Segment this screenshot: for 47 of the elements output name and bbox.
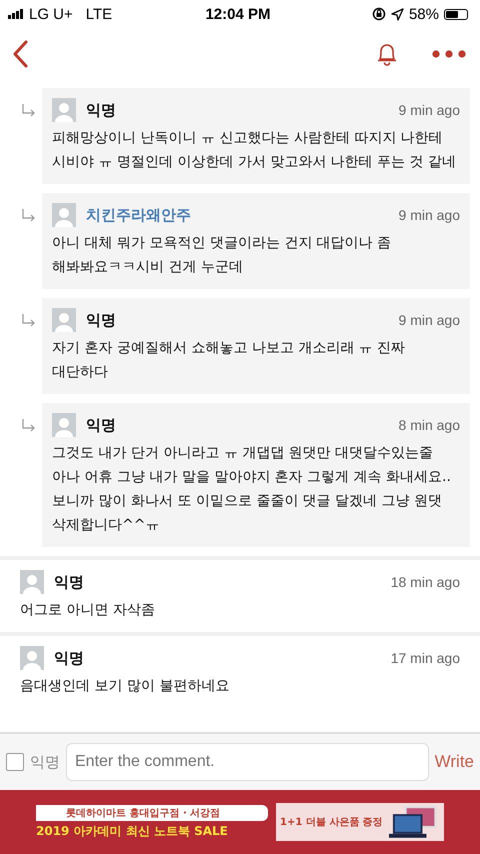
- reply-arrow-icon: [22, 419, 36, 433]
- comment-text: 아니 대체 뭐가 모욕적인 댓글이라는 건지 대답이나 좀 해봐봐요ㅋㅋ시비 건게 누군데: [52, 234, 392, 277]
- comment-field[interactable]: Enter the comment.: [66, 743, 429, 781]
- ad-offer-text: 1+1 더블 사은품 증정: [280, 816, 383, 829]
- avatar-icon: [20, 646, 44, 670]
- rotation-lock-icon: [372, 7, 386, 21]
- comment-time: 9 min ago: [398, 102, 460, 118]
- author-name: 익명: [86, 416, 116, 434]
- comment-text: 그것도 내가 단거 아니라고 ㅠ 개댑댑 원댓만 대댓달수있는줄 아나 어휴 그냥 내가 말을 말아야지 혼자 그렇게 계속 화내세요.. 보니까 많이 화나서 또 이밑으로 줄줄이 댓글 달겠네 그냥 원댓 삭제합니다^^ㅠ: [52, 444, 452, 535]
- author-name: 익명: [86, 310, 116, 330]
- avatar-icon: [52, 203, 76, 227]
- write-button[interactable]: Write: [434, 752, 474, 772]
- comment-time: 8 min ago: [398, 417, 460, 433]
- avatar-icon: [20, 570, 44, 594]
- reply-arrow-icon: [22, 314, 36, 328]
- comment-text: 피해망상이니 난독이니 ㅠ 신고했다는 사람한테 따지지 나한테 시비야 ㅠ 명절인데 이상한데 가서 맞고와서 나한테 푸는 것 같네: [52, 129, 458, 172]
- comment-time: 9 min ago: [398, 312, 460, 328]
- comment-time: 9 min ago: [398, 207, 460, 223]
- comment-text: 자기 혼자 궁예질해서 쇼해놓고 나보고 개소리래 ㅠ 진짜 대단하다: [52, 339, 406, 382]
- anonymous-label: 익명: [30, 752, 60, 772]
- author-name: 익명: [86, 100, 116, 120]
- author-name: 익명: [54, 572, 84, 592]
- comment-text: 음대생인데 보기 많이 불편하네요: [20, 677, 230, 696]
- bell-icon[interactable]: [376, 42, 398, 66]
- reply-arrow-icon: [22, 209, 36, 223]
- network-type: LTE: [86, 6, 112, 22]
- comment-text: 어그로 아니면 자삭좀: [20, 601, 156, 620]
- author-name: 익명: [54, 648, 84, 668]
- ad-store-name: 롯데하이마트 홍대입구점 · 서강점: [36, 804, 268, 820]
- ad-headline: 2019 아카데미 최신 노트북 SALE: [36, 822, 229, 840]
- author-name: 치킨주라왜안주: [86, 206, 191, 224]
- comment-time: 18 min ago: [390, 574, 460, 590]
- carrier-name: LG U+: [29, 6, 73, 22]
- comment-time: 17 min ago: [390, 650, 460, 666]
- signal-icon: [8, 9, 24, 19]
- location-icon: [390, 8, 404, 20]
- anonymous-checkbox[interactable]: [6, 753, 24, 771]
- avatar-icon: [52, 308, 76, 332]
- reply-arrow-icon: [22, 104, 36, 118]
- battery-percent: 58%: [408, 6, 439, 22]
- avatar-icon: [52, 98, 76, 122]
- more-icon[interactable]: [432, 50, 466, 58]
- ad-banner[interactable]: 롯데하이마트 홍대입구점 · 서강점 2019 아카데미 최신 노트북 SALE 1+1 더블 사은품 증정: [0, 790, 480, 854]
- clock-time: 12:04 PM: [205, 6, 271, 22]
- battery-icon: [444, 8, 468, 20]
- back-icon[interactable]: [12, 40, 28, 68]
- avatar-icon: [52, 413, 76, 437]
